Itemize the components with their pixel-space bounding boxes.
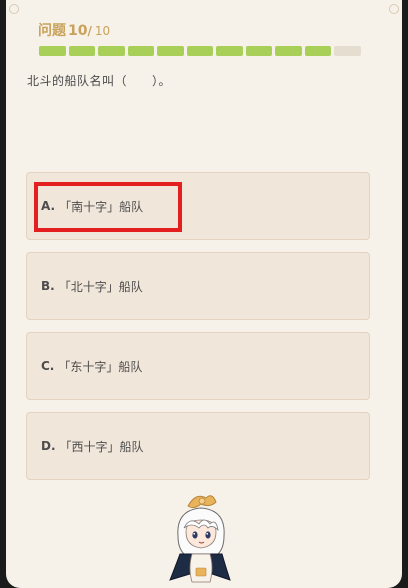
question-total-number: 10 — [94, 24, 111, 38]
option-b[interactable]: B. 「北十字」船队 — [26, 252, 370, 320]
paimon-mascot-icon — [169, 495, 231, 583]
option-key: D. — [41, 439, 56, 453]
question-counter: 问题 10 / 10 — [38, 20, 110, 42]
progress-segment-filled — [68, 46, 96, 56]
progress-segment-filled — [127, 46, 155, 56]
corner-ornament-icon — [9, 4, 19, 14]
option-text: 「东十字」船队 — [58, 359, 143, 374]
corner-ornament-icon — [389, 4, 399, 14]
question-label: 问题 — [38, 23, 66, 39]
progress-segment-filled — [245, 46, 273, 56]
option-text: 「西十字」船队 — [59, 439, 144, 454]
progress-segment-filled — [98, 46, 125, 56]
progress-segment-filled — [275, 46, 302, 56]
progress-segment-filled — [186, 46, 214, 56]
question-text: 北斗的船队名叫（ ）。 — [27, 74, 172, 88]
option-key: B. — [41, 279, 55, 293]
progress-bar — [39, 46, 362, 56]
option-key: A. — [41, 199, 56, 213]
progress-segment-empty — [334, 46, 362, 56]
option-text: 「南十字」船队 — [59, 199, 144, 214]
option-a[interactable]: A. 「南十字」船队 — [26, 172, 370, 240]
question-current-number: 10 — [68, 23, 88, 39]
option-c[interactable]: C. 「东十字」船队 — [26, 332, 370, 400]
quiz-card: 问题 10 / 10 北斗的船队名叫（ ）。 A. 「南十字」船队 B. 「北十… — [6, 0, 402, 588]
progress-segment-filled — [157, 46, 184, 56]
question-separator: / — [87, 24, 92, 38]
option-key: C. — [41, 359, 55, 373]
progress-segment-filled — [39, 46, 66, 56]
progress-segment-filled — [304, 46, 332, 56]
progress-segment-filled — [216, 46, 243, 56]
option-text: 「北十字」船队 — [58, 279, 143, 294]
option-d[interactable]: D. 「西十字」船队 — [26, 412, 370, 480]
